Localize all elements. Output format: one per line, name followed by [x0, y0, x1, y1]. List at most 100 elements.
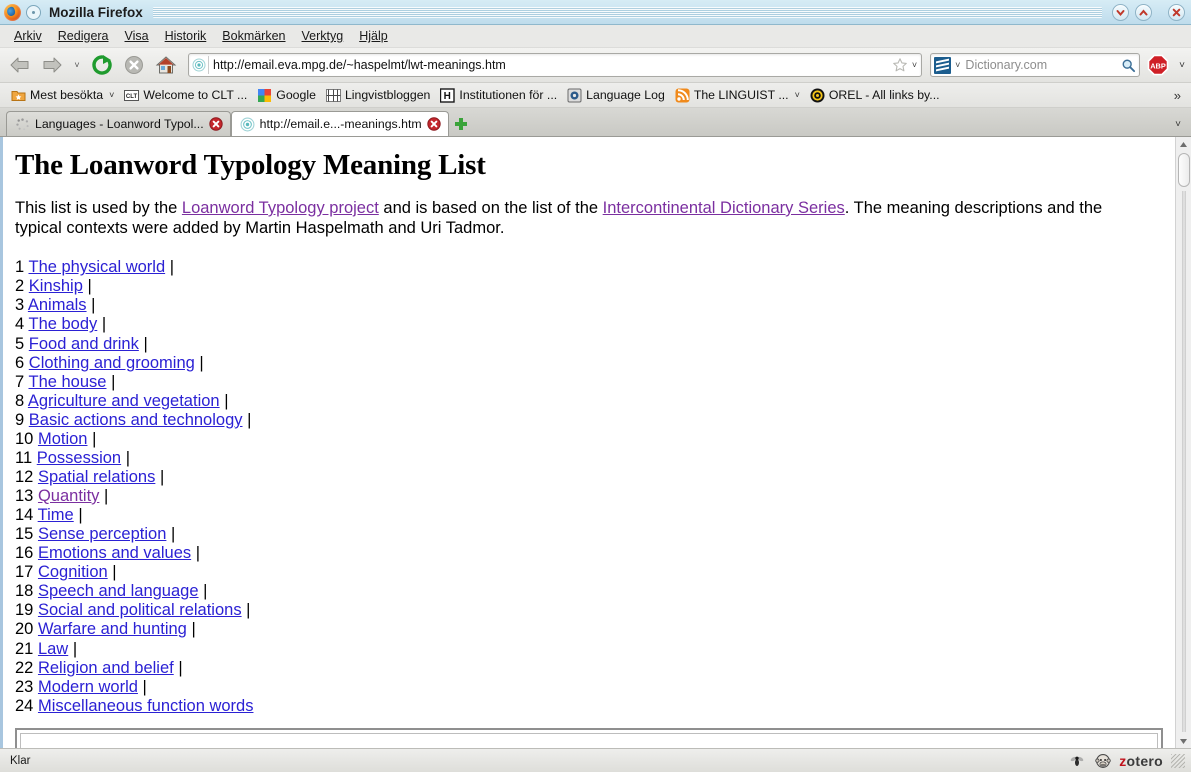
field-link[interactable]: Social and political relations	[38, 601, 242, 619]
web-page: The Loanword Typology Meaning List This …	[3, 137, 1175, 748]
menu-verktyg-label: Verktyg	[301, 29, 344, 43]
close-button[interactable]	[1168, 3, 1185, 21]
field-link[interactable]: Kinship	[29, 277, 83, 295]
title-bar-stripes	[152, 6, 1102, 18]
menu-redigera[interactable]: Redigera	[50, 27, 117, 45]
back-button[interactable]	[6, 52, 34, 78]
menu-verktyg[interactable]: Verktyg	[294, 27, 352, 45]
maximize-button[interactable]	[1135, 3, 1152, 21]
field-link[interactable]: Sense perception	[38, 525, 166, 543]
home-button[interactable]	[152, 52, 180, 78]
bookmark-language-log[interactable]: Language Log	[562, 86, 670, 105]
menu-bokmarken[interactable]: Bokmärken	[214, 27, 293, 45]
field-link[interactable]: Emotions and values	[38, 544, 191, 562]
zotero-label[interactable]: zotero	[1119, 753, 1163, 769]
menu-visa[interactable]: Visa	[117, 27, 157, 45]
scrollbar-groove	[1182, 191, 1186, 732]
bookmark-orel[interactable]: OREL - All links by...	[805, 86, 945, 105]
field-list-item: 10 Motion |	[15, 430, 1163, 449]
bookmark-institutionen-for[interactable]: H Institutionen för ...	[435, 86, 562, 105]
monkey-icon[interactable]	[1095, 753, 1111, 769]
menu-arkiv-label: Arkiv	[14, 29, 42, 43]
tab-lwt-meanings[interactable]: http://email.e...-meanings.htm	[230, 111, 449, 136]
field-link[interactable]: Law	[38, 640, 68, 658]
bookmarks-overflow-icon[interactable]: »	[1174, 88, 1187, 103]
urlbar-dropdown-icon[interactable]: ˅	[912, 60, 917, 70]
new-tab-button[interactable]	[449, 111, 473, 136]
scroll-up-arrow[interactable]	[1176, 137, 1191, 151]
search-icon[interactable]	[1121, 58, 1136, 73]
tab-label: Languages - Loanword Typol...	[35, 117, 204, 131]
field-link[interactable]: Food and drink	[29, 335, 139, 353]
url-text[interactable]: http://email.eva.mpg.de/~haspelmt/lwt-me…	[213, 58, 892, 72]
window-menu-icon[interactable]	[26, 4, 41, 20]
field-link[interactable]: Clothing and grooming	[29, 354, 195, 372]
svg-text:ABP: ABP	[1150, 62, 1166, 71]
field-list-item: 1 The physical world |	[15, 258, 1163, 277]
bookmark-google[interactable]: Google	[252, 86, 321, 105]
url-bar[interactable]: http://email.eva.mpg.de/~haspelmt/lwt-me…	[188, 53, 923, 77]
menu-arkiv[interactable]: Arkiv	[6, 27, 50, 45]
bookmark-caret-icon[interactable]: ˅	[109, 90, 114, 100]
intercontinental-dictionary-series-link[interactable]: Intercontinental Dictionary Series	[603, 199, 845, 217]
forward-button[interactable]	[38, 52, 66, 78]
resize-grip[interactable]	[1171, 753, 1185, 768]
scrollbar-track[interactable]	[1176, 151, 1191, 734]
scroll-down-arrow[interactable]	[1176, 734, 1191, 748]
search-input[interactable]: Dictionary.com	[960, 58, 1121, 72]
adblock-plus-icon[interactable]: ABP	[1147, 54, 1169, 76]
fly-icon[interactable]	[1069, 753, 1085, 769]
field-number: 18	[15, 582, 34, 601]
tab-close-icon[interactable]	[426, 117, 441, 131]
field-list-item: 8 Agriculture and vegetation |	[15, 392, 1163, 411]
stop-button[interactable]	[120, 52, 148, 78]
field-separator: |	[72, 639, 78, 658]
tab-close-icon[interactable]	[208, 117, 223, 131]
field-link[interactable]: The physical world	[28, 258, 165, 276]
field-link[interactable]: Motion	[38, 430, 88, 448]
scrollbar-thumb[interactable]	[1178, 153, 1190, 187]
bookmark-lingvistbloggen[interactable]: Lingvistbloggen	[321, 86, 435, 105]
field-link[interactable]: Basic actions and technology	[29, 411, 243, 429]
semantic-field-list: 1 The physical world | 2 Kinship | 3 Anima…	[15, 258, 1163, 716]
bookmark-caret-icon[interactable]: ˅	[795, 90, 800, 100]
tab-bar: Languages - Loanword Typol... http://ema…	[0, 108, 1191, 137]
field-separator: |	[104, 487, 109, 505]
reload-button[interactable]	[88, 52, 116, 78]
window-controls	[1112, 3, 1185, 21]
field-link[interactable]: Modern world	[38, 678, 138, 696]
field-link[interactable]: The body	[28, 315, 97, 333]
field-link[interactable]: Speech and language	[38, 582, 199, 600]
search-engine-icon[interactable]	[934, 56, 952, 74]
tab-languages-loanword-typology[interactable]: Languages - Loanword Typol...	[6, 111, 231, 136]
field-separator: |	[143, 334, 148, 353]
field-list-item: 20 Warfare and hunting |	[15, 620, 1163, 639]
field-link[interactable]: Possession	[37, 449, 121, 467]
bookmark-mest-besokta[interactable]: Mest besökta ˅	[6, 86, 119, 105]
field-number: 16	[15, 544, 34, 563]
bookmark-the-linguist[interactable]: The LINGUIST ... ˅	[670, 86, 805, 105]
field-link[interactable]: Time	[38, 506, 74, 524]
field-link[interactable]: Animals	[28, 296, 87, 314]
menu-historik[interactable]: Historik	[157, 27, 215, 45]
field-list-item: 6 Clothing and grooming |	[15, 354, 1163, 373]
history-dropdown-icon[interactable]: ˅	[70, 52, 84, 78]
bookmark-welcome-to-clt[interactable]: CLT Welcome to CLT ...	[119, 86, 252, 105]
page-scrollbar[interactable]	[1175, 137, 1191, 748]
field-link[interactable]: Warfare and hunting	[38, 620, 187, 638]
field-separator: |	[125, 448, 131, 467]
field-link[interactable]: Quantity	[38, 487, 99, 505]
field-link[interactable]: Cognition	[38, 563, 108, 581]
search-bar[interactable]: ˅ Dictionary.com	[930, 53, 1141, 77]
minimize-button[interactable]	[1112, 3, 1129, 21]
bookmark-star-icon[interactable]	[892, 57, 908, 73]
field-link[interactable]: The house	[28, 373, 106, 391]
tab-list-dropdown-icon[interactable]: ˅	[1175, 119, 1187, 136]
field-link[interactable]: Spatial relations	[38, 468, 155, 486]
toolbar-overflow-icon[interactable]: ˅	[1179, 60, 1185, 71]
field-link[interactable]: Religion and belief	[38, 659, 174, 677]
loanword-typology-project-link[interactable]: Loanword Typology project	[182, 199, 379, 217]
field-link[interactable]: Miscellaneous function words	[38, 697, 254, 715]
field-link[interactable]: Agriculture and vegetation	[28, 392, 220, 410]
menu-hjalp[interactable]: Hjälp	[351, 27, 396, 45]
